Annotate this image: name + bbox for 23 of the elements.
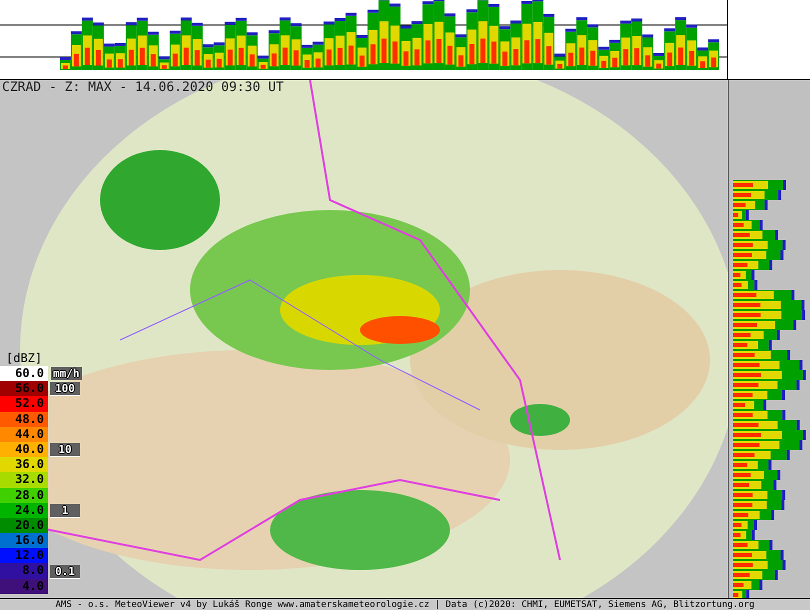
- rate-label: 100: [50, 382, 80, 396]
- legend-swatch: 40.0: [0, 442, 48, 458]
- legend-swatch: 20.0: [0, 518, 48, 534]
- legend-swatch: 24.0: [0, 502, 48, 518]
- rate-label: 10: [50, 443, 80, 458]
- legend-swatch: 12.0: [0, 548, 48, 564]
- legend-swatch: 4.0: [0, 578, 48, 594]
- footer-credits: AMS - o.s. MeteoViewer v4 by Lukáš Ronge www.amaterskameteorologie.cz | Data (c)2020: CHMI, EUMETSAT, Siemens AG, Blitzortung.org: [0, 598, 810, 610]
- legend-swatch: 60.0: [0, 366, 48, 382]
- legend-swatch: 32.0: [0, 472, 48, 488]
- rate-label: 0.1: [50, 564, 80, 579]
- map-title: CZRAD - Z: MAX - 14.06.2020 09:30 UT: [2, 80, 284, 96]
- legend-swatch: 28.0: [0, 488, 48, 503]
- legend-swatch: 16.0: [0, 533, 48, 548]
- rate-label: 1: [50, 504, 80, 518]
- legend-swatch: 52.0: [0, 396, 48, 412]
- legend-unit: [dBZ]: [6, 350, 44, 366]
- rate-unit: mm/h: [51, 367, 82, 380]
- legend-swatch: 36.0: [0, 457, 48, 472]
- legend-swatch: 44.0: [0, 426, 48, 442]
- legend-swatch: 48.0: [0, 412, 48, 427]
- legend-swatch: 8.0: [0, 563, 48, 579]
- legend-swatch: 56.0: [0, 381, 48, 396]
